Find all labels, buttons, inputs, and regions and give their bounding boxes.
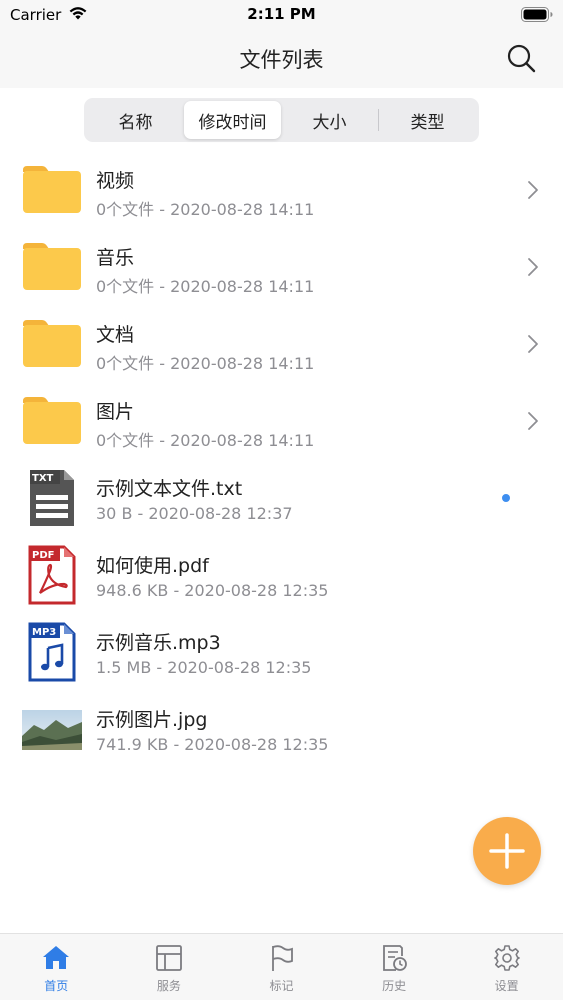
file-meta: 1.5 MB - 2020-08-28 12:35 — [96, 658, 312, 677]
list-item-folder-video[interactable]: 视频 0个文件 - 2020-08-28 14:11 — [0, 152, 563, 229]
folder-icon — [23, 397, 81, 444]
file-badge: PDF — [32, 550, 54, 561]
mp3-file-icon: MP3 — [28, 622, 76, 682]
file-name: 音乐 — [96, 247, 135, 269]
file-meta: 948.6 KB - 2020-08-28 12:35 — [96, 581, 329, 600]
tab-bookmarks[interactable]: 标记 — [225, 934, 338, 1000]
segment-size[interactable]: 大小 — [281, 101, 378, 139]
page-title: 文件列表 — [239, 48, 324, 72]
search-icon[interactable] — [505, 42, 537, 74]
list-item-file-jpg[interactable]: 示例图片.jpg 741.9 KB - 2020-08-28 12:35 — [0, 691, 563, 768]
file-meta: 30 B - 2020-08-28 12:37 — [96, 504, 293, 523]
segment-label: 大小 — [312, 112, 347, 133]
home-icon — [43, 946, 70, 969]
txt-file-icon: TXT — [30, 470, 74, 526]
file-meta: 0个文件 - 2020-08-28 14:11 — [96, 200, 315, 219]
list-item-file-pdf[interactable]: PDF 如何使用.pdf 948.6 KB - 2020-08-28 12:35 — [0, 537, 563, 614]
file-name: 示例文本文件.txt — [96, 478, 243, 500]
history-icon — [383, 945, 407, 971]
list-item-folder-documents[interactable]: 文档 0个文件 - 2020-08-28 14:11 — [0, 306, 563, 383]
segment-label: 名称 — [118, 112, 153, 133]
file-meta: 0个文件 - 2020-08-28 14:11 — [96, 431, 315, 450]
file-meta: 741.9 KB - 2020-08-28 12:35 — [96, 735, 329, 754]
file-name: 如何使用.pdf — [96, 555, 209, 577]
file-badge: MP3 — [32, 627, 56, 638]
tab-history[interactable]: 历史 — [338, 934, 451, 1000]
file-name: 文档 — [96, 324, 135, 346]
tab-bar: 首页 服务 标记 历史 设置 — [0, 933, 563, 1000]
plus-icon — [489, 833, 525, 869]
folder-icon — [23, 166, 81, 213]
list-item-file-txt[interactable]: TXT 示例文本文件.txt 30 B - 2020-08-28 12:37 — [0, 460, 563, 537]
new-indicator-dot — [502, 494, 510, 502]
chevron-right-icon — [528, 335, 538, 353]
segment-type[interactable]: 类型 — [379, 101, 476, 139]
status-bar: Carrier 2:11 PM — [0, 0, 563, 30]
file-meta: 0个文件 - 2020-08-28 14:11 — [96, 354, 315, 373]
list-item-file-mp3[interactable]: MP3 示例音乐.mp3 1.5 MB - 2020-08-28 12:35 — [0, 614, 563, 691]
list-item-folder-music[interactable]: 音乐 0个文件 - 2020-08-28 14:11 — [0, 229, 563, 306]
tab-label: 标记 — [269, 979, 294, 993]
segment-name[interactable]: 名称 — [87, 101, 184, 139]
file-name: 示例图片.jpg — [96, 709, 208, 731]
file-name: 示例音乐.mp3 — [96, 632, 221, 654]
battery-icon — [521, 7, 553, 22]
tab-label: 服务 — [156, 979, 181, 993]
tab-home[interactable]: 首页 — [0, 934, 113, 1000]
sort-segmented-control: 名称 修改时间 大小 类型 — [84, 98, 479, 142]
file-meta: 0个文件 - 2020-08-28 14:11 — [96, 277, 315, 296]
chevron-right-icon — [528, 181, 538, 199]
tab-label: 设置 — [494, 979, 519, 993]
flag-icon — [272, 945, 294, 971]
image-thumbnail — [22, 710, 82, 750]
folder-icon — [23, 320, 81, 367]
navigation-bar: 文件列表 — [0, 30, 563, 88]
tab-settings[interactable]: 设置 — [450, 934, 563, 1000]
tab-label: 历史 — [382, 979, 407, 993]
tab-services[interactable]: 服务 — [113, 934, 226, 1000]
file-name: 视频 — [96, 170, 135, 192]
layout-icon — [155, 945, 182, 971]
file-list: 视频 0个文件 - 2020-08-28 14:11 音乐 0个文件 - 202… — [0, 152, 563, 768]
file-badge: TXT — [32, 473, 54, 484]
chevron-right-icon — [528, 258, 538, 276]
segment-label: 类型 — [410, 112, 445, 133]
tab-label: 首页 — [44, 979, 69, 993]
folder-icon — [23, 243, 81, 290]
gear-icon — [493, 945, 520, 971]
add-button[interactable] — [473, 817, 541, 885]
segment-label: 修改时间 — [198, 112, 267, 133]
list-item-folder-pictures[interactable]: 图片 0个文件 - 2020-08-28 14:11 — [0, 383, 563, 460]
pdf-file-icon: PDF — [28, 545, 76, 605]
segment-modified-time[interactable]: 修改时间 — [184, 101, 281, 139]
file-name: 图片 — [96, 401, 135, 423]
chevron-right-icon — [528, 412, 538, 430]
status-time: 2:11 PM — [247, 5, 316, 23]
